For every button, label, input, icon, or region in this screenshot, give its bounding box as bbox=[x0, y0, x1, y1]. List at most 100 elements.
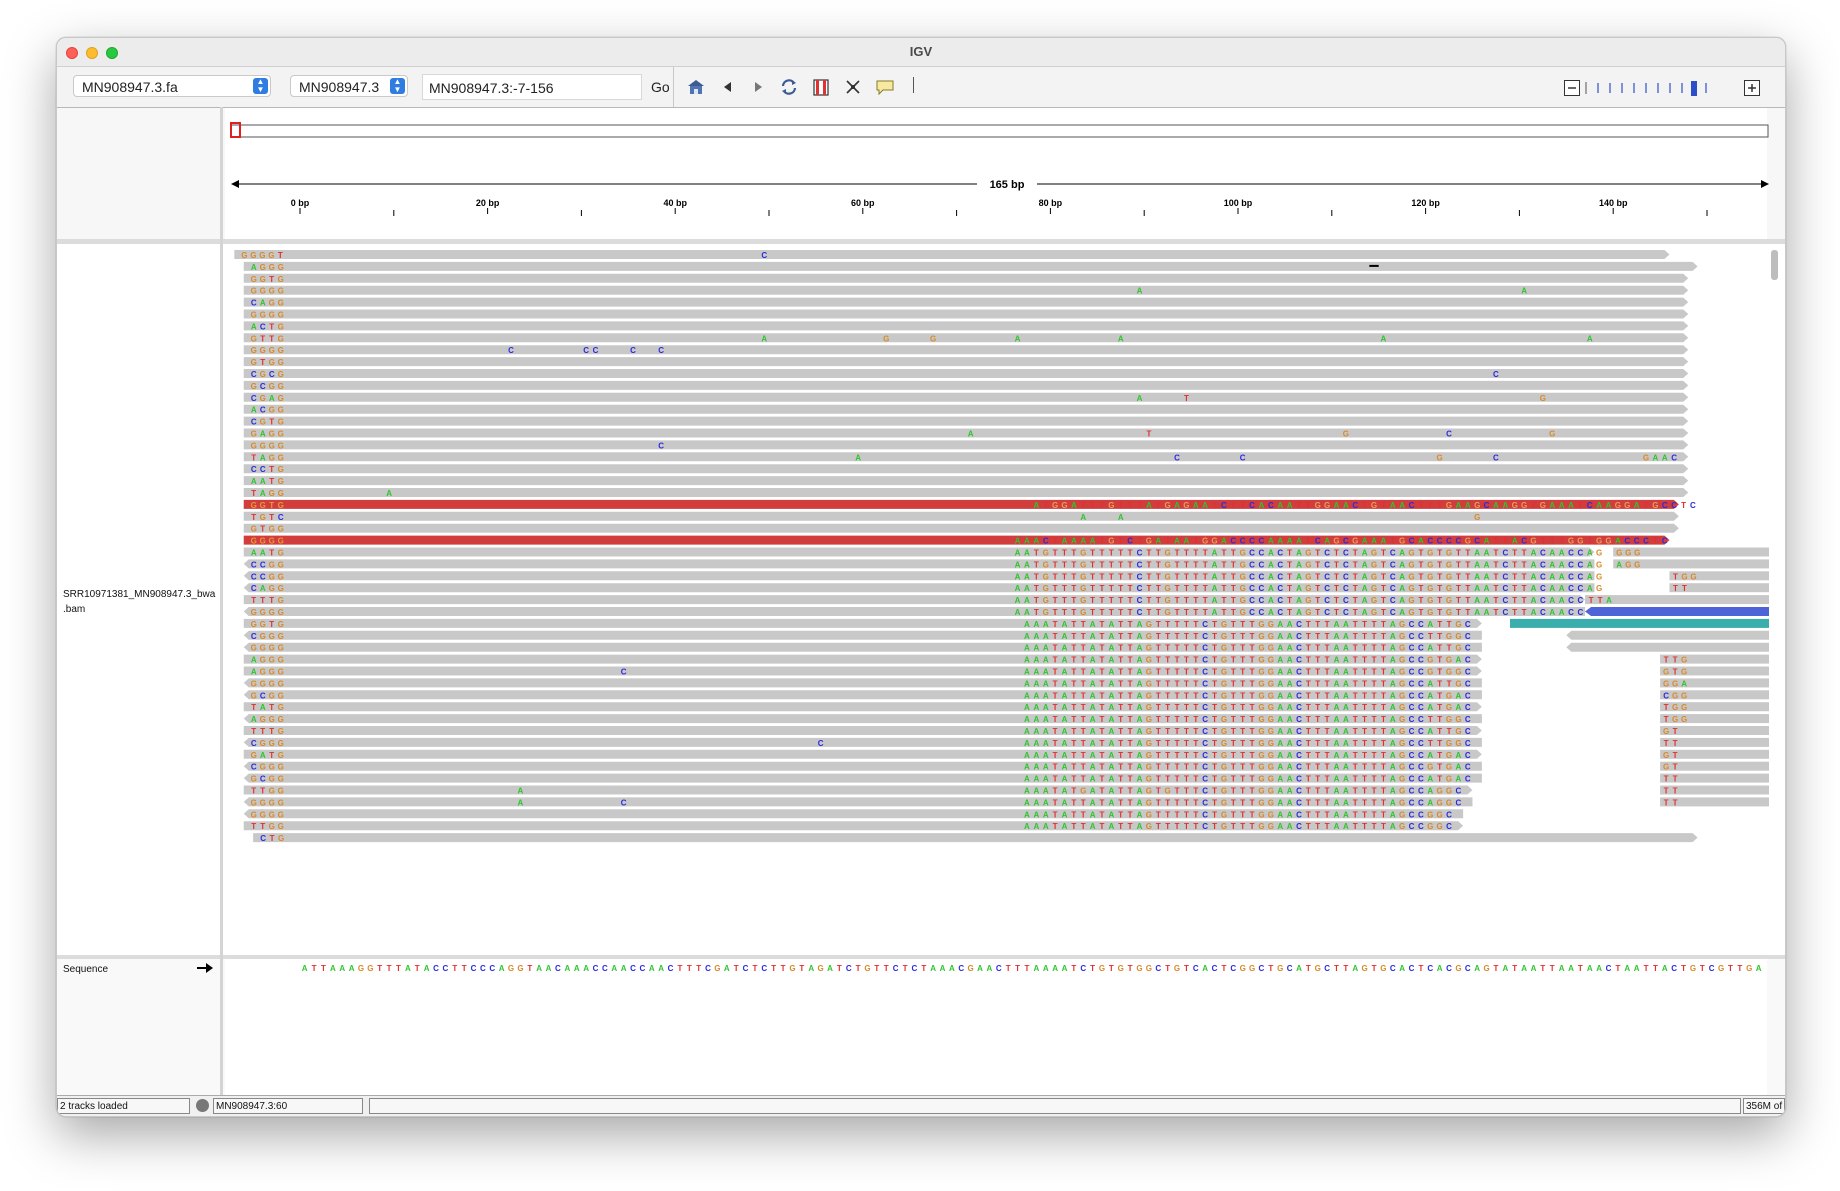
clipped-base: C bbox=[1137, 584, 1143, 593]
mate-base: G bbox=[1663, 763, 1669, 772]
mate-base: G bbox=[1672, 679, 1678, 688]
clipped-base: T bbox=[1306, 787, 1311, 796]
reference-base: A bbox=[405, 964, 411, 973]
sequence-track-name[interactable]: Sequence bbox=[63, 964, 108, 975]
clipped-base: G bbox=[1240, 584, 1246, 593]
clipped-base: G bbox=[1080, 584, 1086, 593]
clipped-base: T bbox=[1325, 775, 1330, 784]
clipped-base: T bbox=[1437, 608, 1442, 617]
read-base: C bbox=[251, 763, 257, 772]
mismatch-base: A bbox=[1653, 453, 1659, 462]
clipped-base: T bbox=[1184, 656, 1189, 665]
clipped-base: G bbox=[1371, 501, 1377, 510]
clipped-base: T bbox=[1184, 703, 1189, 712]
clipped-base: C bbox=[1324, 584, 1330, 593]
clipped-base: A bbox=[1033, 691, 1039, 700]
clipped-base: T bbox=[1315, 751, 1320, 760]
clipped-base: T bbox=[1156, 763, 1161, 772]
clipped-base: T bbox=[1353, 596, 1358, 605]
clipped-base: A bbox=[1296, 549, 1302, 558]
go-button[interactable]: Go bbox=[651, 79, 670, 95]
clipped-base: T bbox=[1156, 668, 1161, 677]
alignment-track-name-ext[interactable]: .bam bbox=[63, 604, 85, 615]
clipped-base: G bbox=[1221, 644, 1227, 653]
chromosome-select[interactable]: MN908947.3 ▲ ▼ bbox=[290, 75, 408, 97]
clipped-base: T bbox=[1184, 608, 1189, 617]
genome-select[interactable]: MN908947.3.fa ▲ ▼ bbox=[73, 75, 271, 97]
clipped-base: T bbox=[1100, 810, 1105, 819]
clipped-base: T bbox=[1231, 691, 1236, 700]
clipped-base: G bbox=[1221, 810, 1227, 819]
region-of-interest-icon[interactable] bbox=[811, 77, 831, 97]
clipped-base: A bbox=[1334, 822, 1340, 831]
clipped-base: T bbox=[1418, 501, 1423, 510]
reference-base: C bbox=[1465, 964, 1471, 973]
clipped-base: A bbox=[1268, 549, 1274, 558]
clipped-base: T bbox=[1193, 656, 1198, 665]
clipped-base: C bbox=[1240, 537, 1246, 546]
clipped-base: T bbox=[1306, 537, 1311, 546]
clipped-base: C bbox=[1137, 549, 1143, 558]
ruler-panel[interactable]: 165 bp 0 bp 20 bp 40 bp 60 bp 80 bp 100 bp 120… bbox=[57, 108, 1785, 241]
clipped-base: C bbox=[1277, 560, 1283, 569]
clipped-base: A bbox=[1334, 644, 1340, 653]
locus-input[interactable]: MN908947.3:-7-156 bbox=[422, 74, 642, 100]
clipped-base: C bbox=[1540, 584, 1546, 593]
reference-base: G bbox=[508, 964, 514, 973]
clipped-base: A bbox=[1399, 584, 1405, 593]
mismatch-base: A bbox=[518, 798, 524, 807]
alignment-track[interactable]: G G G G T CA G G GG G T GG G G G A AC A G GG G G GA C T GG T T G A G G A… bbox=[57, 244, 1785, 955]
clipped-base: T bbox=[1081, 763, 1086, 772]
clipped-base: T bbox=[1306, 644, 1311, 653]
clipped-base: T bbox=[1437, 668, 1442, 677]
clipped-base: T bbox=[1193, 715, 1198, 724]
clipped-base: A bbox=[1559, 596, 1565, 605]
clipped-base: A bbox=[1137, 691, 1143, 700]
forward-arrow-icon[interactable] bbox=[748, 77, 768, 97]
clipped-base: C bbox=[1202, 691, 1208, 700]
clipped-base: T bbox=[1212, 751, 1217, 760]
clipped-base: T bbox=[1297, 501, 1302, 510]
back-arrow-icon[interactable] bbox=[718, 77, 738, 97]
zoom-control[interactable] bbox=[1564, 78, 1764, 98]
read-base: G bbox=[269, 311, 275, 320]
clipped-base: T bbox=[1381, 632, 1386, 641]
home-icon[interactable] bbox=[686, 77, 706, 97]
clipped-base: G bbox=[1165, 549, 1171, 558]
alignment-track-name[interactable]: SRR10971381_MN908947.3_bwa bbox=[63, 589, 215, 600]
clipped-base: T bbox=[1118, 596, 1123, 605]
clipped-base: A bbox=[1362, 560, 1368, 569]
popup-info-icon[interactable] bbox=[875, 77, 895, 97]
clipped-base: T bbox=[1043, 501, 1048, 510]
clipped-base: G bbox=[1399, 632, 1405, 641]
clipped-base: A bbox=[1512, 537, 1518, 546]
clipped-base: A bbox=[1108, 787, 1114, 796]
clipped-base: T bbox=[1156, 798, 1161, 807]
name-panel-divider[interactable] bbox=[220, 107, 223, 1096]
refresh-icon[interactable] bbox=[779, 77, 799, 97]
read-base: G bbox=[278, 370, 284, 379]
clipped-base: C bbox=[1502, 596, 1508, 605]
clipped-base: T bbox=[1353, 810, 1358, 819]
read-bar bbox=[243, 357, 1689, 367]
clipped-base: A bbox=[1268, 537, 1274, 546]
sequence-track[interactable]: ATTAAAGGTTTATACCTTCCCAGGTAACAAACCAACCAAC… bbox=[57, 959, 1785, 1095]
clipped-base: A bbox=[1587, 572, 1593, 581]
read-base: G bbox=[269, 441, 275, 450]
mate-base: T bbox=[1673, 668, 1678, 677]
clipped-base: T bbox=[1118, 501, 1123, 510]
clipped-base: G bbox=[1268, 715, 1274, 724]
clipped-base: G bbox=[1399, 715, 1405, 724]
ruler-tick-label: 80 bp bbox=[1039, 198, 1063, 208]
clipped-base: A bbox=[1090, 739, 1096, 748]
reference-base: C bbox=[1230, 964, 1236, 973]
read-base: G bbox=[269, 715, 275, 724]
clipped-base: A bbox=[1484, 608, 1490, 617]
resize-to-window-icon[interactable] bbox=[843, 77, 863, 97]
clipped-base: T bbox=[1156, 822, 1161, 831]
clipped-base: C bbox=[1465, 668, 1471, 677]
clipped-base: A bbox=[1043, 727, 1049, 736]
read-row: AATGAATGTTTGTTTTTCTTGTTTTATTGCCACTAGTCTC… bbox=[243, 547, 1769, 558]
read-base: C bbox=[251, 560, 257, 569]
clipped-base: G bbox=[1146, 656, 1152, 665]
